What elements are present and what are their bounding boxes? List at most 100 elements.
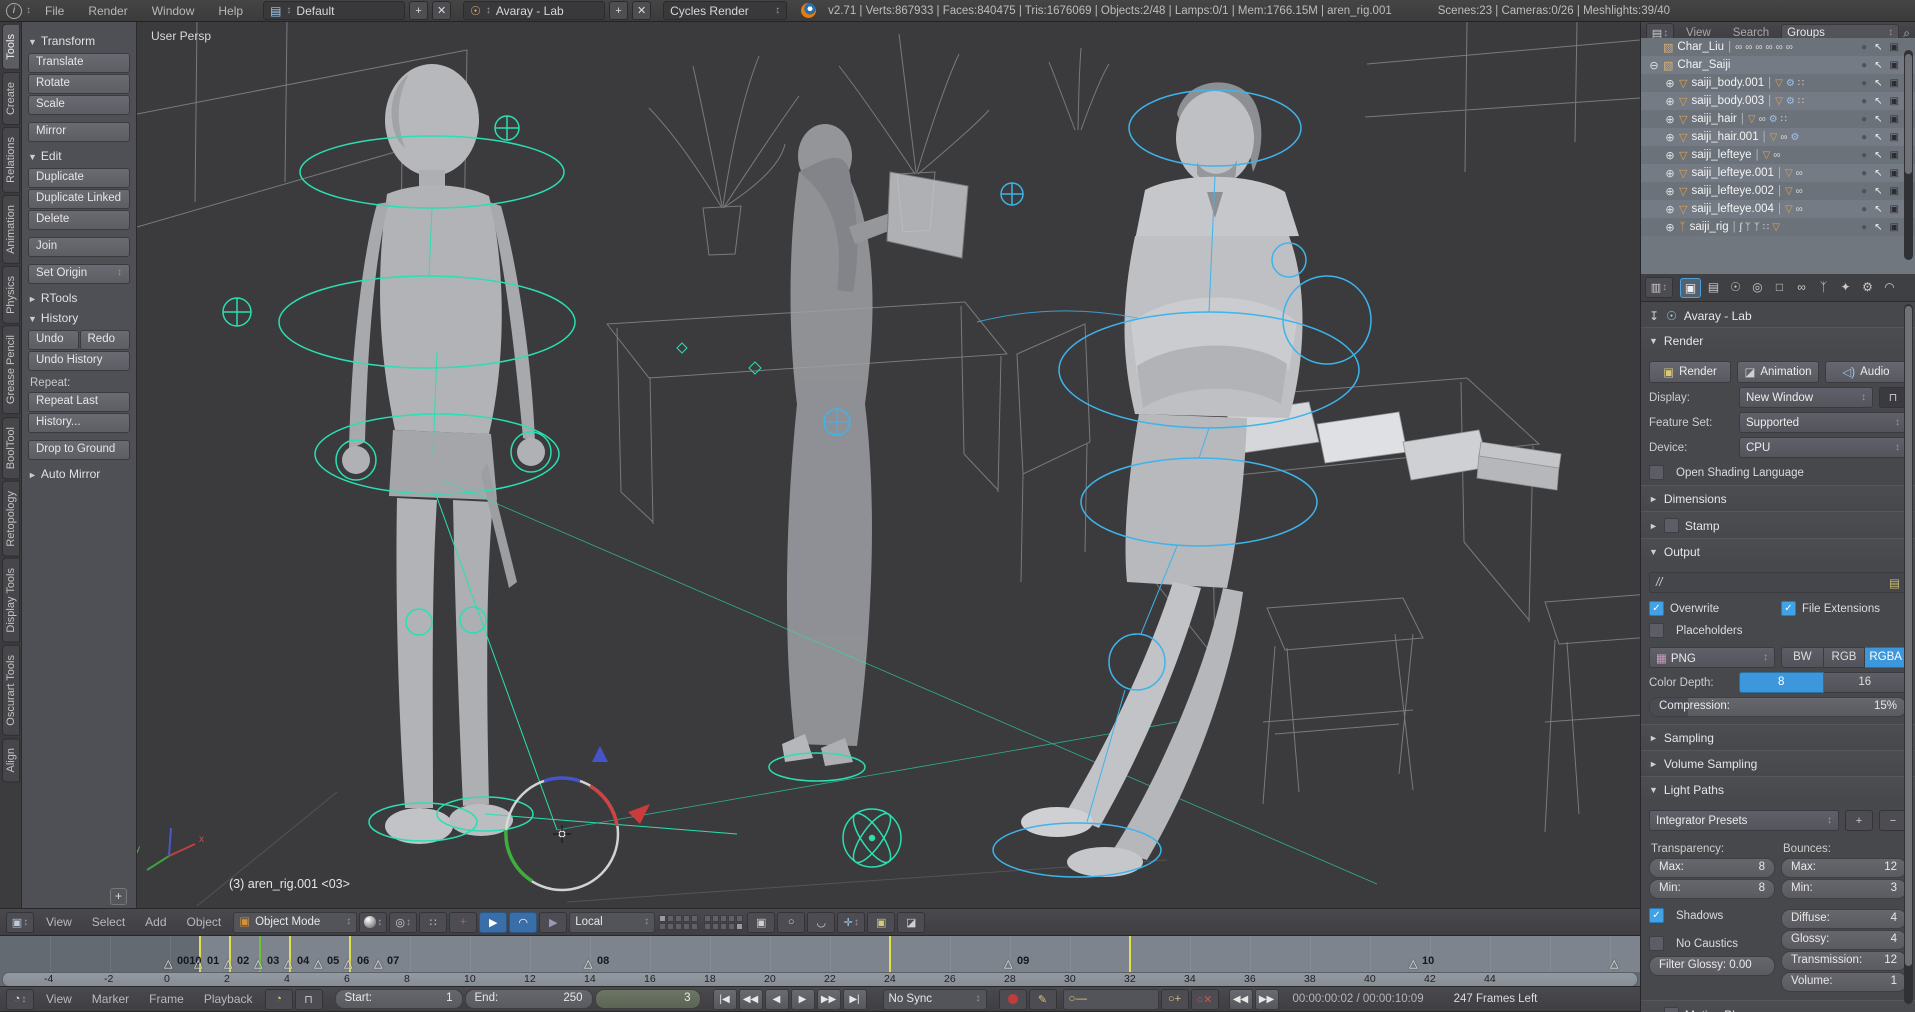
feature-set-dropdown[interactable]: Supported ↕ <box>1739 412 1907 433</box>
render-button[interactable]: ▣ Render <box>1649 361 1731 383</box>
restrict-render-icon[interactable]: ▣ <box>1890 114 1899 125</box>
pivot-point-dropdown[interactable]: ◎ ↕ <box>389 911 418 933</box>
link-icon[interactable]: ∞ <box>1796 168 1806 179</box>
panel-header-transform[interactable]: ▼ Transform <box>28 34 130 48</box>
outliner-row[interactable]: ⊕ ▽ saiji_lefteye | ▽∞ ● ↖ ▣ <box>1641 146 1915 164</box>
timeline-marker[interactable]: △ <box>1610 957 1618 970</box>
properties-tab-armature-data[interactable]: ᛉ <box>1814 278 1833 296</box>
transform-orientation-dropdown[interactable]: Local ↕ <box>569 911 656 933</box>
viewport-menu-select[interactable]: Select <box>82 915 135 929</box>
restrict-render-icon[interactable]: ▣ <box>1890 96 1899 107</box>
outliner-row[interactable]: ⊕ ▽ saiji_body.001 | ▽⚙∷ ● ↖ ▣ <box>1641 74 1915 92</box>
link-icon[interactable]: ∞ <box>1780 132 1790 143</box>
render-animation-button[interactable]: ◪ Animation <box>1737 361 1819 383</box>
mesh-icon[interactable]: ▽ <box>1770 132 1781 143</box>
lock-to-scene-icon[interactable]: ▣ <box>747 911 776 933</box>
history-button[interactable]: History... <box>28 413 130 433</box>
properties-scrollbar[interactable] <box>1904 304 1913 1004</box>
insert-keyframe-button[interactable]: ○+ <box>1160 988 1189 1010</box>
restrict-render-icon[interactable]: ▣ <box>1890 168 1899 179</box>
playback-sync-icon[interactable]: ◔ <box>264 988 293 1010</box>
compression-slider[interactable]: Compression: 15% <box>1649 697 1907 717</box>
end-frame-field[interactable]: End: 250 <box>464 989 593 1009</box>
scale-button[interactable]: Scale <box>28 95 130 115</box>
panel-header-edit[interactable]: ▼ Edit <box>28 149 130 163</box>
jump-prev-marker-button[interactable]: ◀◀ <box>1228 988 1253 1010</box>
expand-icon[interactable]: ⊕ <box>1663 95 1677 108</box>
snap-magnet-toggle[interactable]: ◡ <box>807 911 836 933</box>
outliner-row[interactable]: ⊕ ▽ saiji_lefteye.002 | ▽∞ ● ↖ ▣ <box>1641 182 1915 200</box>
figure-middle-character[interactable] <box>782 124 969 766</box>
file-format-dropdown[interactable]: ▦ PNG ↕ <box>1649 647 1775 668</box>
toolshelf-tab-animation[interactable]: Animation <box>2 194 20 264</box>
properties-tab-physics[interactable]: ◠ <box>1880 278 1899 296</box>
outliner-row[interactable]: ⊕ ▽ saiji_lefteye.004 | ▽∞ ● ↖ ▣ <box>1641 200 1915 218</box>
no-caustics-checkbox[interactable] <box>1649 936 1664 951</box>
file-extensions-checkbox[interactable]: ✓ <box>1781 601 1796 616</box>
manipulator-axis-icon[interactable]: + <box>449 911 478 933</box>
properties-tab-render[interactable]: ▣ <box>1680 277 1701 298</box>
expand-icon[interactable]: ⊕ <box>1663 77 1677 90</box>
record-button[interactable] <box>998 988 1027 1010</box>
restrict-render-icon[interactable]: ▣ <box>1890 132 1899 143</box>
editor-type-selector-timeline[interactable]: ◔ ↕ <box>6 988 34 1010</box>
delete-button[interactable]: Delete <box>28 210 130 230</box>
mesh-icon[interactable]: ▽ <box>1775 78 1786 89</box>
timeline-marker[interactable]: △ <box>344 957 352 970</box>
3d-viewport[interactable]: User Persp y x (3) aren_rig.001 <03> <box>137 22 1640 908</box>
mesh-icon[interactable]: ▽ <box>1785 168 1796 179</box>
bounces-max-field[interactable]: Max: 12 <box>1781 858 1907 878</box>
restrict-select-icon[interactable]: ↖ <box>1874 132 1882 143</box>
shadows-checkbox[interactable]: ✓ <box>1649 908 1664 923</box>
timeline-marker[interactable]: △ <box>1409 957 1417 970</box>
render-animation-icon[interactable]: ◪ <box>897 911 926 933</box>
toolshelf-tab-align[interactable]: Align <box>2 737 20 783</box>
timeline-editor[interactable]: △0010△01△02△03△04△05△06△07△08△09△10△-6-4… <box>0 936 1640 986</box>
link-icon[interactable]: ∞ <box>1796 186 1806 197</box>
rotate-button[interactable]: Rotate <box>28 74 130 94</box>
restrict-render-icon[interactable]: ▣ <box>1890 222 1899 233</box>
pose-icon[interactable]: ᛉ <box>1754 222 1763 233</box>
join-button[interactable]: Join <box>28 237 130 257</box>
undo-history-button[interactable]: Undo History <box>28 351 130 371</box>
manipulator-rotate-toggle[interactable]: ◠ <box>509 911 538 933</box>
start-frame-field[interactable]: Start: 1 <box>334 989 463 1009</box>
render-audio-button[interactable]: ◁) Audio <box>1825 361 1907 383</box>
timeline-menu-view[interactable]: View <box>36 992 82 1006</box>
set-origin-dropdown[interactable]: Set Origin ↕ <box>28 264 130 284</box>
figure-right-character[interactable] <box>1021 82 1303 877</box>
timeline-menu-frame[interactable]: Frame <box>139 992 194 1006</box>
outliner-row[interactable]: ⊖ ▧ Char_Saiji ● ↖ ▣ <box>1641 56 1915 74</box>
properties-tab-world[interactable]: ◎ <box>1748 278 1767 296</box>
timeline-marker[interactable]: △ <box>584 957 592 970</box>
outliner-row[interactable]: ⊕ ▽ saiji_hair | ▽∞⚙∷ ● ↖ ▣ <box>1641 110 1915 128</box>
outliner-row[interactable]: ⊕ ▽ saiji_lefteye.001 | ▽∞ ● ↖ ▣ <box>1641 164 1915 182</box>
lock-frame-icon[interactable]: ⊓ <box>294 988 323 1010</box>
restrict-view-icon[interactable]: ● <box>1861 60 1867 71</box>
expand-icon[interactable]: ⊕ <box>1663 221 1677 234</box>
info-menu-arrows[interactable]: ↕ <box>26 5 31 16</box>
jump-end-button[interactable]: ▶| <box>842 988 867 1010</box>
translate-button[interactable]: Translate <box>28 53 130 73</box>
sync-mode-dropdown[interactable]: No Sync ↕ <box>882 988 987 1010</box>
toolshelf-tab-physics[interactable]: Physics <box>2 265 20 324</box>
filter-glossy-slider[interactable]: Filter Glossy: 0.00 <box>1649 956 1775 976</box>
viewport-shading-dropdown[interactable]: ↕ <box>359 911 388 933</box>
snap-element-dropdown[interactable]: ✛ ↕ <box>837 911 866 933</box>
timeline-marker[interactable]: △ <box>194 957 202 970</box>
restrict-select-icon[interactable]: ↖ <box>1874 186 1882 197</box>
menu-render[interactable]: Render <box>78 4 137 18</box>
outliner-scrollbar[interactable] <box>1904 50 1913 260</box>
output-path-field[interactable]: // ▤ <box>1649 572 1907 593</box>
close-layout-button[interactable]: ✕ <box>432 1 452 20</box>
restrict-select-icon[interactable]: ↖ <box>1874 204 1882 215</box>
toolshelf-tab-retopology[interactable]: Retopology <box>2 480 20 557</box>
dots-icon[interactable]: ∷ <box>1763 222 1772 233</box>
info-menu-icon[interactable]: i <box>6 2 22 19</box>
panel-header-volume-sampling[interactable]: ► Volume Sampling <box>1641 750 1915 776</box>
figure-left-mannequin[interactable] <box>342 64 545 844</box>
restrict-select-icon[interactable]: ↖ <box>1874 150 1882 161</box>
timeline-scrollbar[interactable] <box>2 972 1638 986</box>
display-lock-icon[interactable]: ⊓ <box>1879 387 1907 408</box>
mesh-icon[interactable]: ▽ <box>1775 96 1786 107</box>
